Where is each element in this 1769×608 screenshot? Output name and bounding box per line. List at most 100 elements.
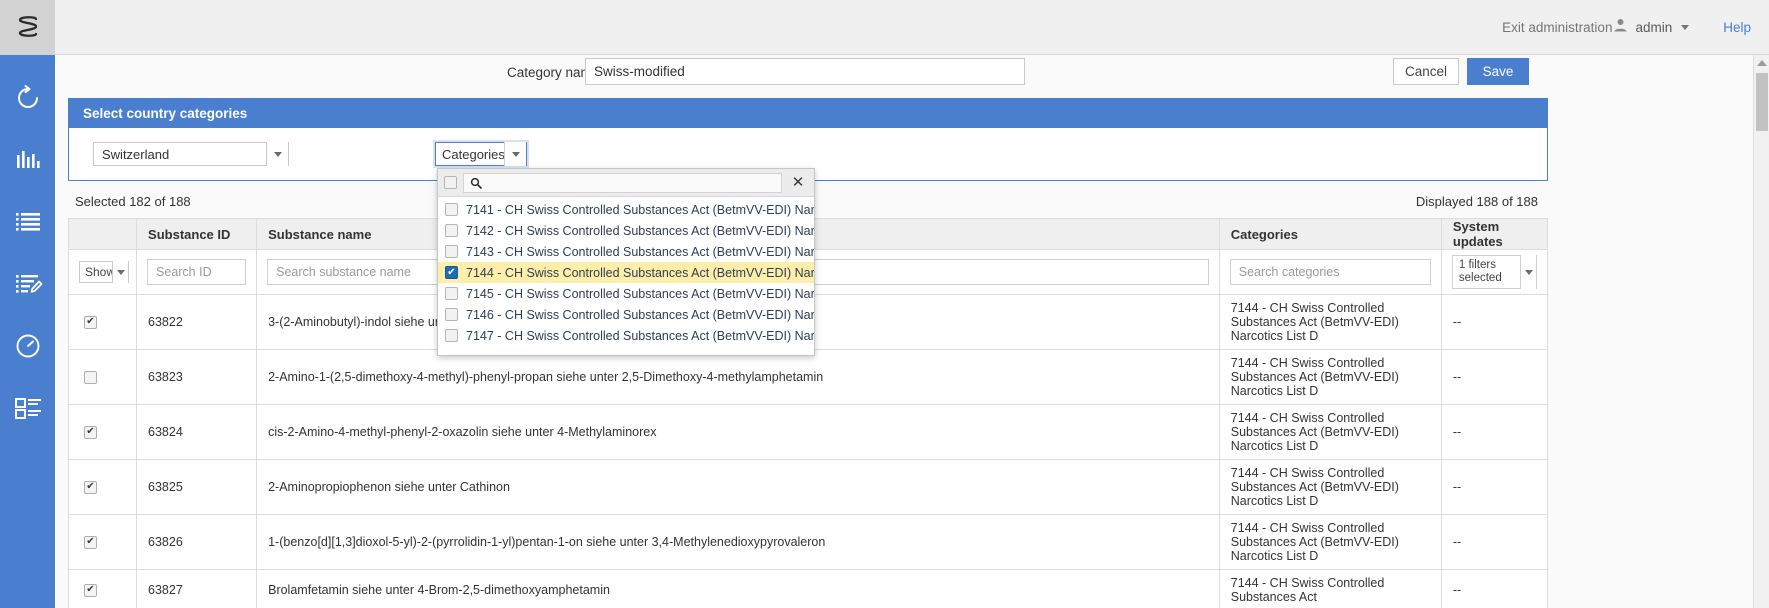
refresh-icon (13, 83, 43, 113)
dropdown-item[interactable]: 7147 - CH Swiss Controlled Substances Ac… (438, 325, 814, 346)
row-substance-id: 63826 (137, 515, 257, 570)
row-checkbox[interactable] (84, 426, 97, 439)
dropdown-item-checkbox[interactable] (445, 224, 458, 237)
app-logo[interactable] (0, 0, 55, 55)
scrollbar-thumb[interactable] (1756, 73, 1768, 131)
panel-title: Select country categories (69, 99, 1547, 128)
row-system-updates: -- (1441, 350, 1547, 405)
search-categories-input[interactable] (1230, 259, 1431, 285)
dropdown-item[interactable]: 7141 - CH Swiss Controlled Substances Ac… (438, 199, 814, 220)
category-name-input[interactable] (585, 58, 1025, 85)
row-system-updates: -- (1441, 295, 1547, 350)
categories-dropdown-panel: ✕ 7141 - CH Swiss Controlled Substances … (437, 168, 815, 356)
dropdown-item-label: 7142 - CH Swiss Controlled Substances Ac… (466, 224, 815, 238)
dropdown-item-checkbox[interactable] (445, 287, 458, 300)
dropdown-item-label: 7145 - CH Swiss Controlled Substances Ac… (466, 287, 815, 301)
row-checkbox-cell[interactable] (69, 350, 137, 405)
scroll-up-arrow-icon[interactable] (1757, 60, 1767, 66)
dropdown-item-list: 7141 - CH Swiss Controlled Substances Ac… (438, 197, 814, 346)
user-menu[interactable]: admin (1612, 17, 1689, 37)
select-all-checkbox[interactable] (444, 176, 457, 189)
person-icon (1612, 17, 1629, 37)
sidebar-item-refresh[interactable] (0, 67, 55, 129)
show-filter-arrow[interactable] (112, 261, 128, 283)
dropdown-item-checkbox[interactable] (445, 203, 458, 216)
content-area: Category name Cancel Save Select country… (55, 55, 1769, 608)
row-checkbox[interactable] (84, 584, 97, 597)
row-substance-name: cis-2-Amino-4-methyl-phenyl-2-oxazolin s… (257, 405, 1220, 460)
row-checkbox[interactable] (84, 371, 97, 384)
dropdown-item-checkbox[interactable] (445, 266, 458, 279)
show-filter-value: Show (85, 265, 115, 279)
save-button[interactable]: Save (1467, 58, 1529, 85)
row-categories: 7144 - CH Swiss Controlled Substances Ac… (1219, 515, 1441, 570)
system-updates-filter-arrow[interactable] (1520, 255, 1536, 289)
search-id-input[interactable] (147, 259, 246, 285)
categories-multiselect[interactable]: Categories (1) (435, 142, 527, 166)
row-substance-name: 2-Aminopropiophenon siehe unter Cathinon (257, 460, 1220, 515)
dropdown-item[interactable]: 7142 - CH Swiss Controlled Substances Ac… (438, 220, 814, 241)
categories-multiselect-arrow[interactable] (504, 142, 526, 166)
sidebar-item-dashboard[interactable] (0, 377, 55, 439)
sidebar-item-history[interactable] (0, 315, 55, 377)
table-row[interactable]: 63826 1-(benzo[d][1,3]dioxol-5-yl)-2-(py… (69, 515, 1548, 570)
dropdown-item-label: 7143 - CH Swiss Controlled Substances Ac… (466, 245, 815, 259)
row-checkbox-cell[interactable] (69, 295, 137, 350)
dashboard-icon (13, 396, 43, 420)
table-row[interactable]: 63825 2-Aminopropiophenon siehe unter Ca… (69, 460, 1548, 515)
row-substance-name: 1-(benzo[d][1,3]dioxol-5-yl)-2-(pyrrolid… (257, 515, 1220, 570)
sidebar-item-list-edit[interactable] (0, 253, 55, 315)
row-checkbox-cell[interactable] (69, 460, 137, 515)
vertical-scrollbar[interactable] (1753, 55, 1769, 608)
table-row[interactable]: 63824 cis-2-Amino-4-methyl-phenyl-2-oxaz… (69, 405, 1548, 460)
filter-cell-show: Show (69, 250, 137, 295)
selected-count: Selected 182 of 188 (75, 194, 191, 209)
table-row[interactable]: 63827 Brolamfetamin siehe unter 4-Brom-2… (69, 570, 1548, 608)
country-select[interactable]: Switzerland (93, 142, 289, 166)
displayed-count: Displayed 188 of 188 (1416, 194, 1538, 209)
row-substance-id: 63827 (137, 570, 257, 608)
list-edit-icon (13, 272, 43, 296)
row-system-updates: -- (1441, 515, 1547, 570)
cancel-button[interactable]: Cancel (1393, 58, 1459, 85)
row-checkbox[interactable] (84, 481, 97, 494)
chevron-down-icon (1525, 270, 1533, 275)
dropdown-item-selected[interactable]: 7144 - CH Swiss Controlled Substances Ac… (438, 262, 814, 283)
column-header-categories[interactable]: Categories (1219, 219, 1441, 250)
column-header-substance-id[interactable]: Substance ID (137, 219, 257, 250)
show-filter-select[interactable]: Show (79, 261, 129, 283)
row-checkbox-cell[interactable] (69, 570, 137, 608)
row-checkbox[interactable] (84, 536, 97, 549)
dropdown-item-label: 7147 - CH Swiss Controlled Substances Ac… (466, 329, 815, 343)
sidebar-item-statistics[interactable] (0, 129, 55, 191)
table-row[interactable]: 63823 2-Amino-1-(2,5-dimethoxy-4-methyl)… (69, 350, 1548, 405)
country-select-arrow[interactable] (266, 142, 288, 166)
row-checkbox-cell[interactable] (69, 405, 137, 460)
app-root: Exit administration admin Help Category … (0, 0, 1769, 608)
clear-search-icon[interactable]: ✕ (788, 175, 808, 190)
dropdown-search-field[interactable] (463, 173, 782, 193)
filter-cell-categories (1219, 250, 1441, 295)
sidebar (0, 0, 55, 608)
row-substance-name: Brolamfetamin siehe unter 4-Brom-2,5-dim… (257, 570, 1220, 608)
dropdown-item-label: 7146 - CH Swiss Controlled Substances Ac… (466, 308, 815, 322)
dropdown-item-label: 7141 - CH Swiss Controlled Substances Ac… (466, 203, 815, 217)
dropdown-item-checkbox[interactable] (445, 329, 458, 342)
user-name: admin (1635, 20, 1672, 35)
bar-chart-icon (13, 147, 43, 173)
help-link[interactable]: Help (1723, 20, 1751, 35)
row-checkbox-cell[interactable] (69, 515, 137, 570)
top-bar: Exit administration admin Help (55, 0, 1769, 55)
dropdown-item-checkbox[interactable] (445, 308, 458, 321)
dropdown-item-checkbox[interactable] (445, 245, 458, 258)
dropdown-item[interactable]: 7145 - CH Swiss Controlled Substances Ac… (438, 283, 814, 304)
search-icon (470, 177, 482, 189)
dropdown-item[interactable]: 7143 - CH Swiss Controlled Substances Ac… (438, 241, 814, 262)
row-checkbox[interactable] (84, 316, 97, 329)
system-updates-filter-select[interactable]: 1 filters selected (1452, 255, 1537, 289)
sidebar-item-list[interactable] (0, 191, 55, 253)
list-icon (13, 210, 43, 234)
column-header-system-updates[interactable]: System updates (1441, 219, 1547, 250)
exit-administration-link[interactable]: Exit administration (1502, 20, 1612, 35)
dropdown-item[interactable]: 7146 - CH Swiss Controlled Substances Ac… (438, 304, 814, 325)
